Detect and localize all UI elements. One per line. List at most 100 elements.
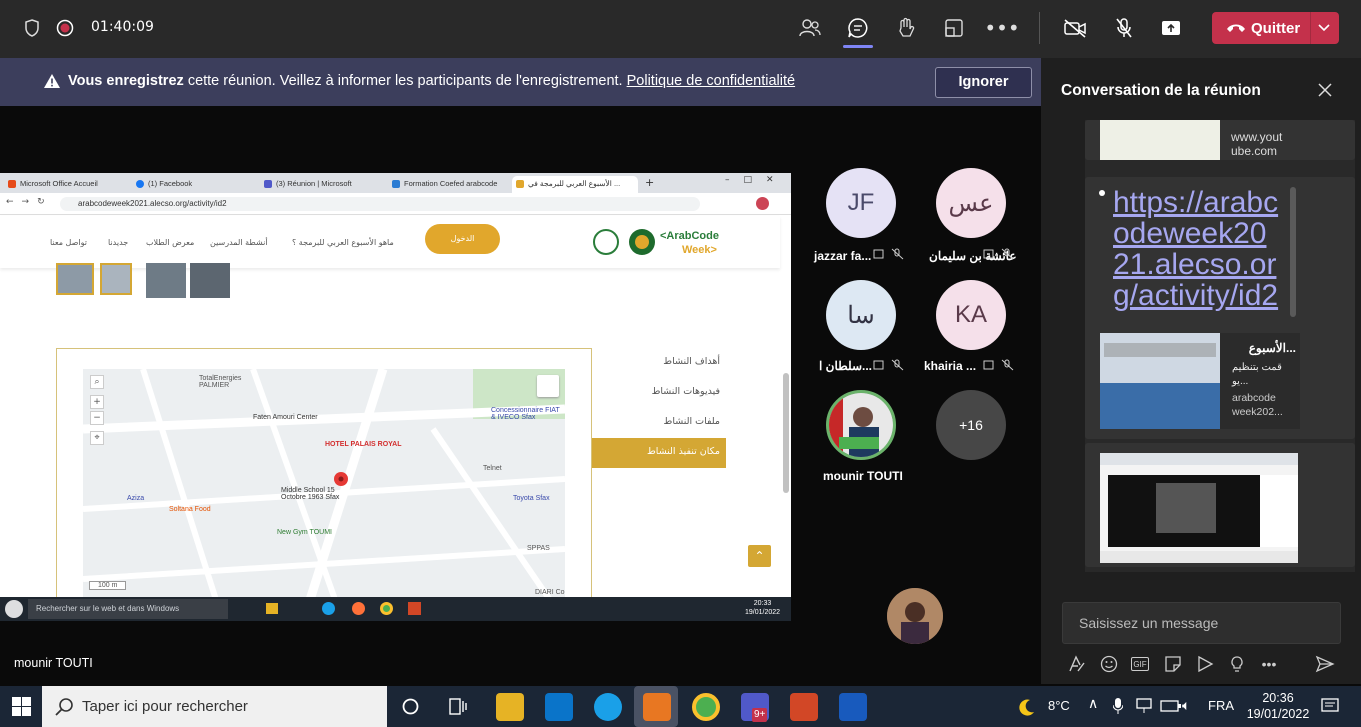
network-icon[interactable] bbox=[1136, 698, 1152, 714]
recording-icon bbox=[51, 14, 79, 42]
nav-contact[interactable]: تواصل معنا bbox=[50, 238, 87, 247]
page-scrollbar[interactable] bbox=[783, 373, 789, 493]
raise-hand-icon[interactable] bbox=[892, 14, 920, 42]
participant-avatar[interactable]: KA bbox=[936, 280, 1006, 350]
preview-title: الأسبوع... bbox=[1248, 341, 1296, 355]
link-preview-domain: www.yout ube.com bbox=[1231, 130, 1283, 158]
mic-off-icon bbox=[873, 359, 907, 371]
more-participants[interactable]: +16 bbox=[936, 390, 1006, 460]
window-controls-icon[interactable]: –□✕ bbox=[725, 175, 788, 185]
emoji-icon[interactable] bbox=[1099, 654, 1119, 674]
battery-icon[interactable] bbox=[1160, 698, 1182, 714]
praise-icon[interactable] bbox=[1227, 654, 1247, 674]
map-label-diari: DIARI Co bbox=[535, 589, 565, 596]
layers-icon[interactable] bbox=[537, 375, 559, 397]
link-preview[interactable]: الأسبوع... قمت بتنظيم يو... arabcode wee… bbox=[1100, 333, 1300, 429]
chat-messages[interactable]: www.yout ube.com https://arabcodeweek202… bbox=[1085, 120, 1355, 572]
sticker-icon[interactable] bbox=[1163, 654, 1183, 674]
google-map[interactable]: ⌕ + − ⌖ HOTEL PALAIS ROYAL Middle School… bbox=[83, 369, 565, 621]
profile-avatar[interactable] bbox=[756, 197, 769, 210]
gallery-thumb[interactable] bbox=[100, 263, 132, 295]
close-icon[interactable] bbox=[1318, 83, 1332, 97]
card-scrollbar[interactable] bbox=[1290, 187, 1296, 317]
chat-panel: Conversation de la réunion www.yout ube.… bbox=[1041, 58, 1361, 684]
activity-side-menu: أهداف النشاط فيديوهات النشاط ملفات النشا… bbox=[592, 348, 726, 468]
tab-label: Microsoft Office Accueil bbox=[20, 179, 98, 188]
notifications-icon[interactable] bbox=[1321, 698, 1339, 715]
meet-now-icon[interactable] bbox=[1195, 654, 1215, 674]
format-icon[interactable] bbox=[1067, 654, 1087, 674]
more-icon[interactable]: ••• bbox=[1259, 654, 1279, 674]
chat-message-card bbox=[1085, 443, 1355, 567]
firefox-icon bbox=[352, 602, 365, 615]
nav-teachers[interactable]: أنشطة المدرسين bbox=[210, 238, 268, 247]
menu-videos[interactable]: فيديوهات النشاط bbox=[592, 378, 726, 408]
chat-input[interactable]: Saisissez un message bbox=[1062, 602, 1341, 644]
menu-objectives[interactable]: أهداف النشاط bbox=[592, 348, 726, 378]
menu-location[interactable]: مكان تنفيذ النشاط bbox=[592, 438, 726, 468]
chat-link[interactable]: https://arabcodeweek2021.alecso.org/acti… bbox=[1113, 187, 1283, 311]
nav-arrows-icon[interactable]: ←→↻ bbox=[6, 197, 53, 207]
nav-news[interactable]: جديدنا bbox=[108, 238, 128, 247]
gif-icon[interactable]: GIF bbox=[1131, 657, 1149, 671]
privacy-link[interactable]: Politique de confidentialité bbox=[627, 73, 795, 89]
nav-about[interactable]: ماهو الأسبوع العربي للبرمجة ؟ bbox=[292, 238, 394, 247]
file-explorer-icon[interactable] bbox=[496, 693, 524, 721]
arabcodeweek-logo: <ArabCode Week> bbox=[590, 226, 740, 258]
login-button[interactable]: الدخول bbox=[425, 224, 500, 254]
zoom-in-button[interactable]: + bbox=[90, 395, 104, 409]
send-icon[interactable] bbox=[1315, 654, 1335, 674]
browser-tab-active[interactable]: الأسبوع العربي للبرمجة في ... bbox=[512, 176, 638, 193]
gallery-thumb[interactable] bbox=[56, 263, 94, 295]
self-video bbox=[887, 588, 943, 644]
microphone-icon[interactable] bbox=[1113, 698, 1123, 714]
windows-start-icon[interactable] bbox=[12, 697, 31, 716]
participant-avatar[interactable]: سا bbox=[826, 280, 896, 350]
more-options-icon[interactable]: ••• bbox=[984, 14, 1019, 42]
scroll-top-button[interactable]: ⌃ bbox=[748, 545, 771, 567]
rooms-icon[interactable] bbox=[940, 14, 968, 42]
chevron-down-icon[interactable] bbox=[1318, 24, 1330, 32]
participant-avatar[interactable]: عس bbox=[936, 168, 1006, 238]
task-view-icon[interactable] bbox=[449, 698, 467, 715]
participant-photo[interactable] bbox=[826, 390, 896, 460]
camera-off-icon[interactable] bbox=[1061, 14, 1089, 42]
zoom-out-button[interactable]: − bbox=[90, 411, 104, 425]
leave-button[interactable]: Quitter bbox=[1212, 12, 1339, 44]
map-search-icon[interactable]: ⌕ bbox=[90, 375, 104, 389]
weather-moon-icon[interactable] bbox=[1018, 698, 1036, 716]
browser-tab[interactable]: Formation Coefed arabcode bbox=[388, 176, 510, 193]
taskbar-search[interactable]: Taper ici pour rechercher bbox=[42, 686, 387, 727]
new-tab-icon[interactable]: + bbox=[645, 176, 654, 189]
ignore-button[interactable]: Ignorer bbox=[935, 67, 1032, 98]
chrome-icon[interactable] bbox=[692, 693, 720, 721]
nav-students[interactable]: معرض الطلاب bbox=[146, 238, 194, 247]
location-icon[interactable]: ⌖ bbox=[90, 431, 104, 445]
mail-icon[interactable] bbox=[545, 693, 573, 721]
word-icon[interactable] bbox=[839, 693, 867, 721]
cortana-icon[interactable] bbox=[402, 698, 419, 715]
clock-date: 19/01/2022 bbox=[1246, 707, 1310, 721]
browser-tab[interactable]: (1) Facebook bbox=[132, 176, 254, 193]
language-indicator[interactable]: FRA bbox=[1208, 698, 1234, 713]
participants-icon[interactable] bbox=[796, 14, 824, 42]
browser-tab[interactable]: (3) Réunion | Microsoft bbox=[260, 176, 382, 193]
mic-off-icon[interactable] bbox=[1110, 14, 1138, 42]
chat-icon[interactable] bbox=[844, 14, 872, 42]
volume-icon[interactable]: 🔈︎ bbox=[1182, 697, 1190, 714]
share-screen-icon[interactable] bbox=[1157, 14, 1185, 42]
url-field[interactable]: arabcodeweek2021.alecso.org/activity/id2 bbox=[60, 197, 700, 211]
link-preview-thumb[interactable] bbox=[1100, 120, 1220, 160]
participant-avatar[interactable]: JF bbox=[826, 168, 896, 238]
powerpoint-icon[interactable] bbox=[790, 693, 818, 721]
edge-icon[interactable] bbox=[594, 693, 622, 721]
gallery-thumb[interactable] bbox=[190, 263, 230, 298]
chevron-up-icon[interactable]: ∧ bbox=[1088, 695, 1098, 712]
gallery-thumb[interactable] bbox=[146, 263, 186, 298]
browser-tab[interactable]: Microsoft Office Accueil bbox=[4, 176, 126, 193]
screenshot-thumb[interactable] bbox=[1100, 453, 1298, 563]
menu-files[interactable]: ملفات النشاط bbox=[592, 408, 726, 438]
paint-icon[interactable] bbox=[643, 693, 671, 721]
temperature[interactable]: 8°C bbox=[1048, 698, 1070, 713]
clock[interactable]: 20:36 19/01/2022 bbox=[1243, 690, 1313, 722]
